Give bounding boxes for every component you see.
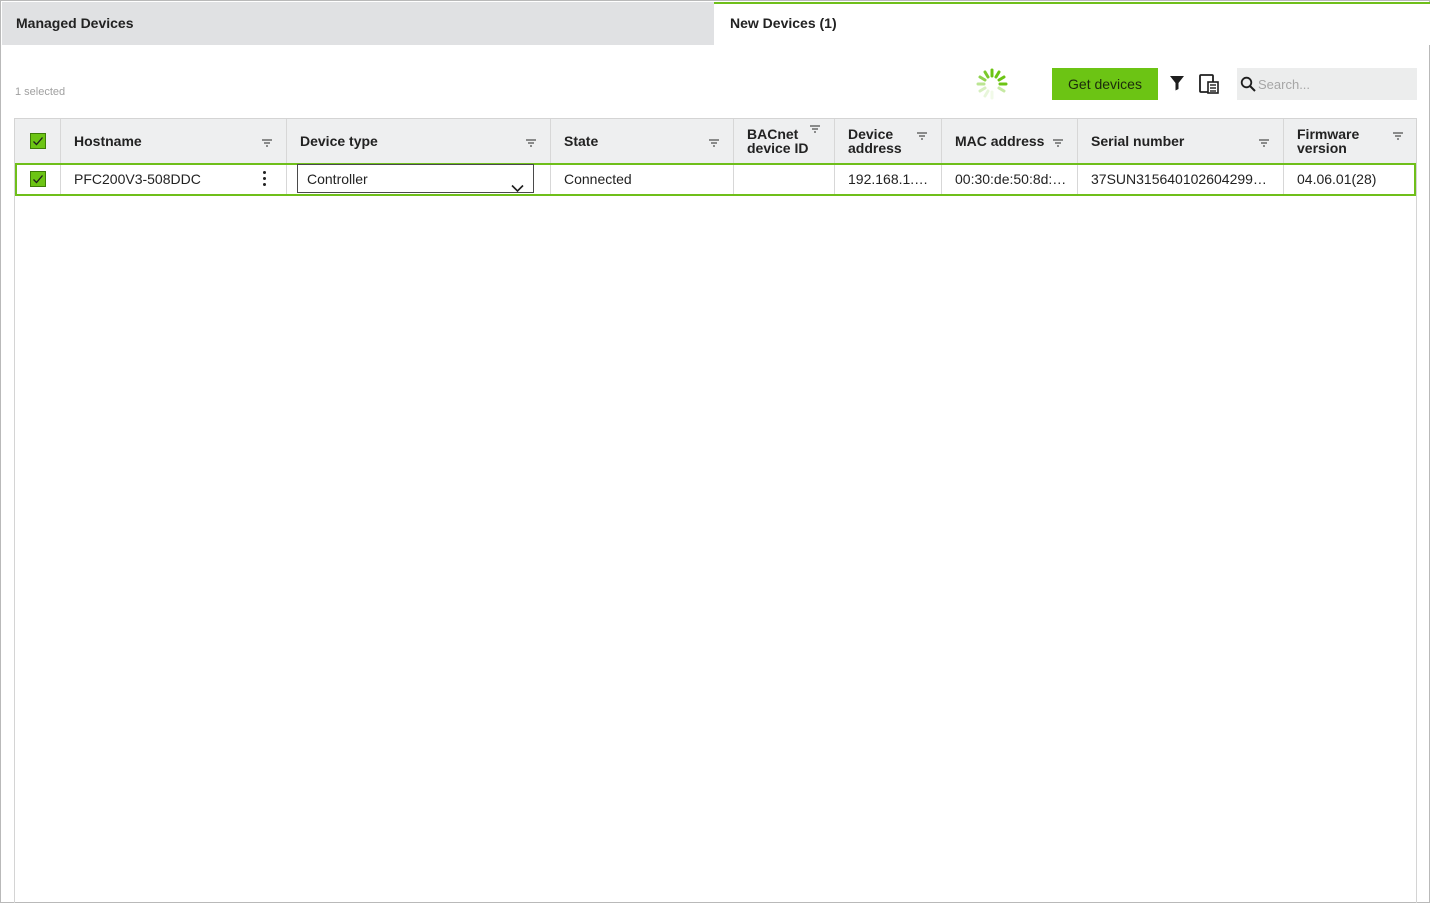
column-header-device-type[interactable]: Device type (287, 119, 551, 163)
row-select-cell (17, 165, 61, 194)
column-label: Firmware version (1297, 126, 1360, 156)
firmware-version-value: 04.06.01(28) (1297, 171, 1377, 187)
cell-serial-number: 37SUN315640102604299… (1078, 165, 1284, 194)
device-type-select[interactable]: Controller (297, 164, 534, 193)
column-label: Device address (848, 126, 902, 156)
sort-filter-icon[interactable] (1052, 135, 1064, 147)
app-frame: Managed Devices New Devices (1) 1 select… (0, 0, 1430, 903)
table-header-row: Hostname Device type State BACnet device… (15, 118, 1416, 163)
search-input[interactable] (1258, 68, 1413, 100)
serial-number-value: 37SUN315640102604299… (1091, 171, 1267, 187)
cell-bacnet-id (734, 165, 835, 194)
table-row[interactable]: PFC200V3-508DDC Controller Connected 192… (15, 163, 1416, 196)
cell-device-address: 192.168.1.… (835, 165, 942, 194)
search-box (1237, 68, 1417, 100)
sort-filter-icon[interactable] (1258, 135, 1270, 147)
column-header-firmware-version[interactable]: Firmware version (1284, 119, 1416, 163)
column-header-state[interactable]: State (551, 119, 734, 163)
sort-filter-icon[interactable] (916, 128, 928, 140)
sort-filter-icon[interactable] (809, 121, 821, 133)
device-type-value: Controller (307, 171, 368, 187)
cell-mac-address: 00:30:de:50:8d:… (942, 165, 1078, 194)
cell-firmware-version: 04.06.01(28) (1284, 165, 1414, 194)
tab-new-devices[interactable]: New Devices (1) (714, 2, 1430, 45)
sort-filter-icon[interactable] (1392, 128, 1404, 140)
column-header-hostname[interactable]: Hostname (61, 119, 287, 163)
sort-filter-icon[interactable] (261, 135, 273, 147)
get-devices-button[interactable]: Get devices (1052, 68, 1158, 100)
search-icon (1240, 76, 1256, 92)
device-address-value: 192.168.1.… (848, 171, 929, 187)
column-header-serial-number[interactable]: Serial number (1078, 119, 1284, 163)
loading-spinner-icon (973, 66, 1011, 102)
column-label: Hostname (74, 133, 142, 149)
tab-bar: Managed Devices New Devices (1) (2, 2, 1430, 45)
column-label: State (564, 133, 599, 149)
column-settings-icon[interactable] (1198, 73, 1220, 95)
column-header-mac-address[interactable]: MAC address (942, 119, 1078, 163)
select-all-cell (15, 119, 61, 163)
select-all-checkbox[interactable] (30, 133, 46, 149)
hostname-value: PFC200V3-508DDC (74, 171, 201, 187)
sort-filter-icon[interactable] (708, 135, 720, 147)
filter-funnel-icon[interactable] (1168, 74, 1186, 92)
sort-filter-icon[interactable] (525, 135, 537, 147)
selection-count: 1 selected (15, 86, 66, 98)
tab-managed-devices[interactable]: Managed Devices (2, 2, 714, 45)
cell-hostname: PFC200V3-508DDC (61, 165, 287, 194)
more-options-icon[interactable] (261, 171, 267, 189)
column-label: Device type (300, 133, 378, 149)
state-value: Connected (564, 171, 632, 187)
column-header-device-address[interactable]: Device address (835, 119, 942, 163)
cell-state: Connected (551, 165, 734, 194)
row-checkbox[interactable] (30, 171, 46, 187)
chevron-down-icon (511, 174, 524, 193)
mac-address-value: 00:30:de:50:8d:… (955, 171, 1067, 187)
column-header-bacnet-id[interactable]: BACnet device ID (734, 119, 835, 163)
column-label: BACnet device ID (747, 126, 809, 156)
cell-device-type: Controller (287, 164, 551, 194)
devices-table: Hostname Device type State BACnet device… (14, 118, 1417, 903)
column-label: Serial number (1091, 133, 1185, 149)
column-label: MAC address (955, 133, 1045, 149)
